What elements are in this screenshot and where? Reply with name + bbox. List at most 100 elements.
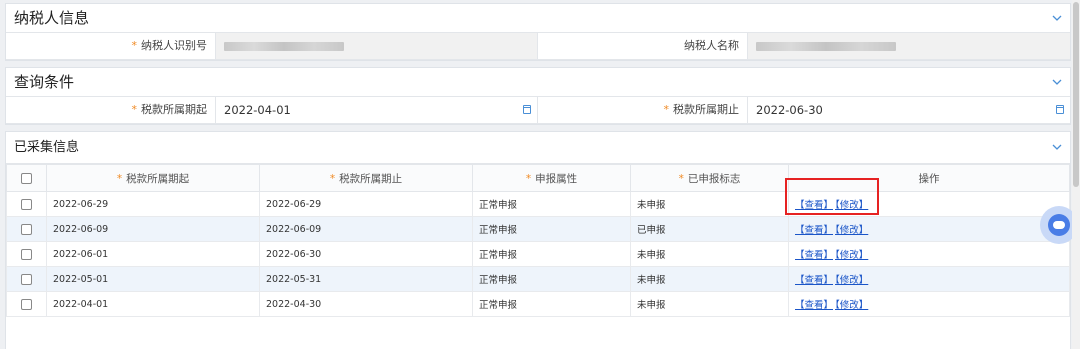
taxpayer-info-panel: 纳税人信息 * 纳税人识别号 纳税人名称 — [5, 3, 1071, 61]
col-header-flag[interactable]: * 已申报标志 — [630, 164, 789, 192]
row-checkbox-cell — [6, 241, 47, 267]
table-row[interactable]: 2022-05-01 2022-05-31 正常申报 未申报 【查看】 【修改】 — [6, 266, 1070, 292]
cell-start: 2022-06-29 — [46, 191, 260, 217]
col-header-start[interactable]: * 税款所属期起 — [46, 164, 260, 192]
cell-flag: 未申报 — [630, 191, 789, 217]
calendar-icon[interactable] — [1056, 105, 1064, 114]
query-title: 查询条件 — [14, 73, 75, 91]
cell-actions: 【查看】 【修改】 — [788, 241, 1070, 267]
row-checkbox-cell — [6, 216, 47, 242]
chevron-down-icon[interactable] — [1052, 68, 1062, 97]
col-header-end-label: 税款所属期止 — [339, 172, 403, 185]
cell-start: 2022-06-01 — [46, 241, 260, 267]
chatbot-icon — [1048, 214, 1070, 236]
chevron-down-icon[interactable] — [1052, 132, 1062, 164]
cell-attr: 正常申报 — [472, 216, 631, 242]
cell-actions: 【查看】 【修改】 — [788, 291, 1070, 317]
col-header-actions-label: 操作 — [918, 172, 940, 185]
collected-title: 已采集信息 — [14, 140, 80, 155]
taxpayer-name-label: 纳税人名称 — [684, 39, 739, 52]
view-link[interactable]: 【查看】 — [795, 250, 833, 261]
row-checkbox[interactable] — [20, 198, 32, 210]
start-date-input[interactable]: 2022-04-01 — [216, 97, 538, 123]
edit-link[interactable]: 【修改】 — [835, 300, 868, 311]
taxpayer-name-label-cell: 纳税人名称 — [538, 33, 748, 59]
cell-start: 2022-06-09 — [46, 216, 260, 242]
cell-actions: 【查看】 【修改】 — [788, 191, 1070, 217]
end-date-value: 2022-06-30 — [756, 103, 823, 117]
col-header-end[interactable]: * 税款所属期止 — [259, 164, 473, 192]
taxpayer-info-row: * 纳税人识别号 纳税人名称 — [6, 33, 1070, 60]
cell-start: 2022-04-01 — [46, 291, 260, 317]
required-mark: * — [663, 103, 670, 116]
redacted-value — [224, 41, 344, 51]
cell-flag: 未申报 — [630, 241, 789, 267]
scrollbar[interactable] — [1072, 0, 1080, 349]
row-checkbox[interactable] — [20, 223, 32, 235]
end-date-input[interactable]: 2022-06-30 — [748, 97, 1070, 123]
required-mark: * — [678, 172, 684, 185]
cell-flag: 已申报 — [630, 216, 789, 242]
collected-table: * 税款所属期起 * 税款所属期止 * 申报属性 * 已申报标志 操作 2022-06-… — [6, 164, 1070, 317]
view-link[interactable]: 【查看】 — [795, 275, 833, 286]
required-mark: * — [525, 172, 532, 185]
chevron-down-icon[interactable] — [1052, 4, 1062, 33]
taxpayer-id-label-cell: * 纳税人识别号 — [6, 33, 216, 59]
view-link[interactable]: 【查看】 — [795, 200, 833, 211]
table-row[interactable]: 2022-06-29 2022-06-29 正常申报 未申报 【查看】 【修改】 — [6, 191, 1070, 217]
table-row[interactable]: 2022-04-01 2022-04-30 正常申报 未申报 【查看】 【修改】 — [6, 291, 1070, 317]
cell-flag: 未申报 — [630, 266, 789, 292]
row-checkbox[interactable] — [20, 273, 32, 285]
start-date-label: 税款所属期起 — [141, 103, 207, 116]
table-header-row: * 税款所属期起 * 税款所属期止 * 申报属性 * 已申报标志 操作 — [6, 164, 1070, 192]
select-all-checkbox[interactable] — [20, 172, 32, 184]
cell-attr: 正常申报 — [472, 241, 631, 267]
taxpayer-info-header[interactable]: 纳税人信息 — [6, 4, 1070, 33]
start-date-label-cell: * 税款所属期起 — [6, 97, 216, 123]
cell-attr: 正常申报 — [472, 191, 631, 217]
redacted-value — [756, 41, 896, 51]
collected-header[interactable]: 已采集信息 — [6, 132, 1070, 164]
taxpayer-id-field — [216, 33, 538, 59]
start-date-value: 2022-04-01 — [224, 103, 291, 117]
cell-end: 2022-06-30 — [259, 241, 473, 267]
cell-end: 2022-05-31 — [259, 266, 473, 292]
row-checkbox[interactable] — [20, 248, 32, 260]
collected-panel: 已采集信息 * 税款所属期起 * 税款所属期止 * 申报属性 * 已申报标志 操作 20… — [5, 131, 1071, 349]
cell-actions: 【查看】 【修改】 — [788, 216, 1070, 242]
col-header-attr-label: 申报属性 — [535, 172, 578, 185]
select-all-cell — [6, 164, 47, 192]
query-row: * 税款所属期起 2022-04-01 * 税款所属期止 2022-06-30 — [6, 97, 1070, 124]
end-date-label-cell: * 税款所属期止 — [538, 97, 748, 123]
taxpayer-name-field — [748, 33, 1070, 59]
col-header-attr[interactable]: * 申报属性 — [472, 164, 631, 192]
row-checkbox-cell — [6, 291, 47, 317]
cell-flag: 未申报 — [630, 291, 789, 317]
row-checkbox-cell — [6, 266, 47, 292]
edit-link[interactable]: 【修改】 — [835, 275, 868, 286]
col-header-flag-label: 已申报标志 — [687, 172, 741, 185]
row-checkbox-cell — [6, 191, 47, 217]
edit-link[interactable]: 【修改】 — [835, 200, 868, 211]
end-date-label: 税款所属期止 — [673, 103, 739, 116]
edit-link[interactable]: 【修改】 — [835, 250, 868, 261]
table-row[interactable]: 2022-06-09 2022-06-09 正常申报 已申报 【查看】 【修改】 — [6, 216, 1070, 242]
calendar-icon[interactable] — [523, 105, 531, 114]
view-link[interactable]: 【查看】 — [795, 300, 833, 311]
cell-attr: 正常申报 — [472, 291, 631, 317]
cell-start: 2022-05-01 — [46, 266, 260, 292]
taxpayer-id-label: 纳税人识别号 — [141, 39, 207, 52]
cell-attr: 正常申报 — [472, 266, 631, 292]
edit-link[interactable]: 【修改】 — [835, 225, 868, 236]
cell-end: 2022-04-30 — [259, 291, 473, 317]
cell-end: 2022-06-29 — [259, 191, 473, 217]
view-link[interactable]: 【查看】 — [795, 225, 833, 236]
table-row[interactable]: 2022-06-01 2022-06-30 正常申报 未申报 【查看】 【修改】 — [6, 241, 1070, 267]
scrollbar-thumb[interactable] — [1073, 2, 1079, 187]
query-header[interactable]: 查询条件 — [6, 68, 1070, 97]
col-header-start-label: 税款所属期起 — [126, 172, 190, 185]
row-checkbox[interactable] — [20, 298, 32, 310]
required-mark: * — [131, 39, 138, 52]
taxpayer-info-title: 纳税人信息 — [14, 9, 90, 27]
required-mark: * — [116, 172, 123, 185]
